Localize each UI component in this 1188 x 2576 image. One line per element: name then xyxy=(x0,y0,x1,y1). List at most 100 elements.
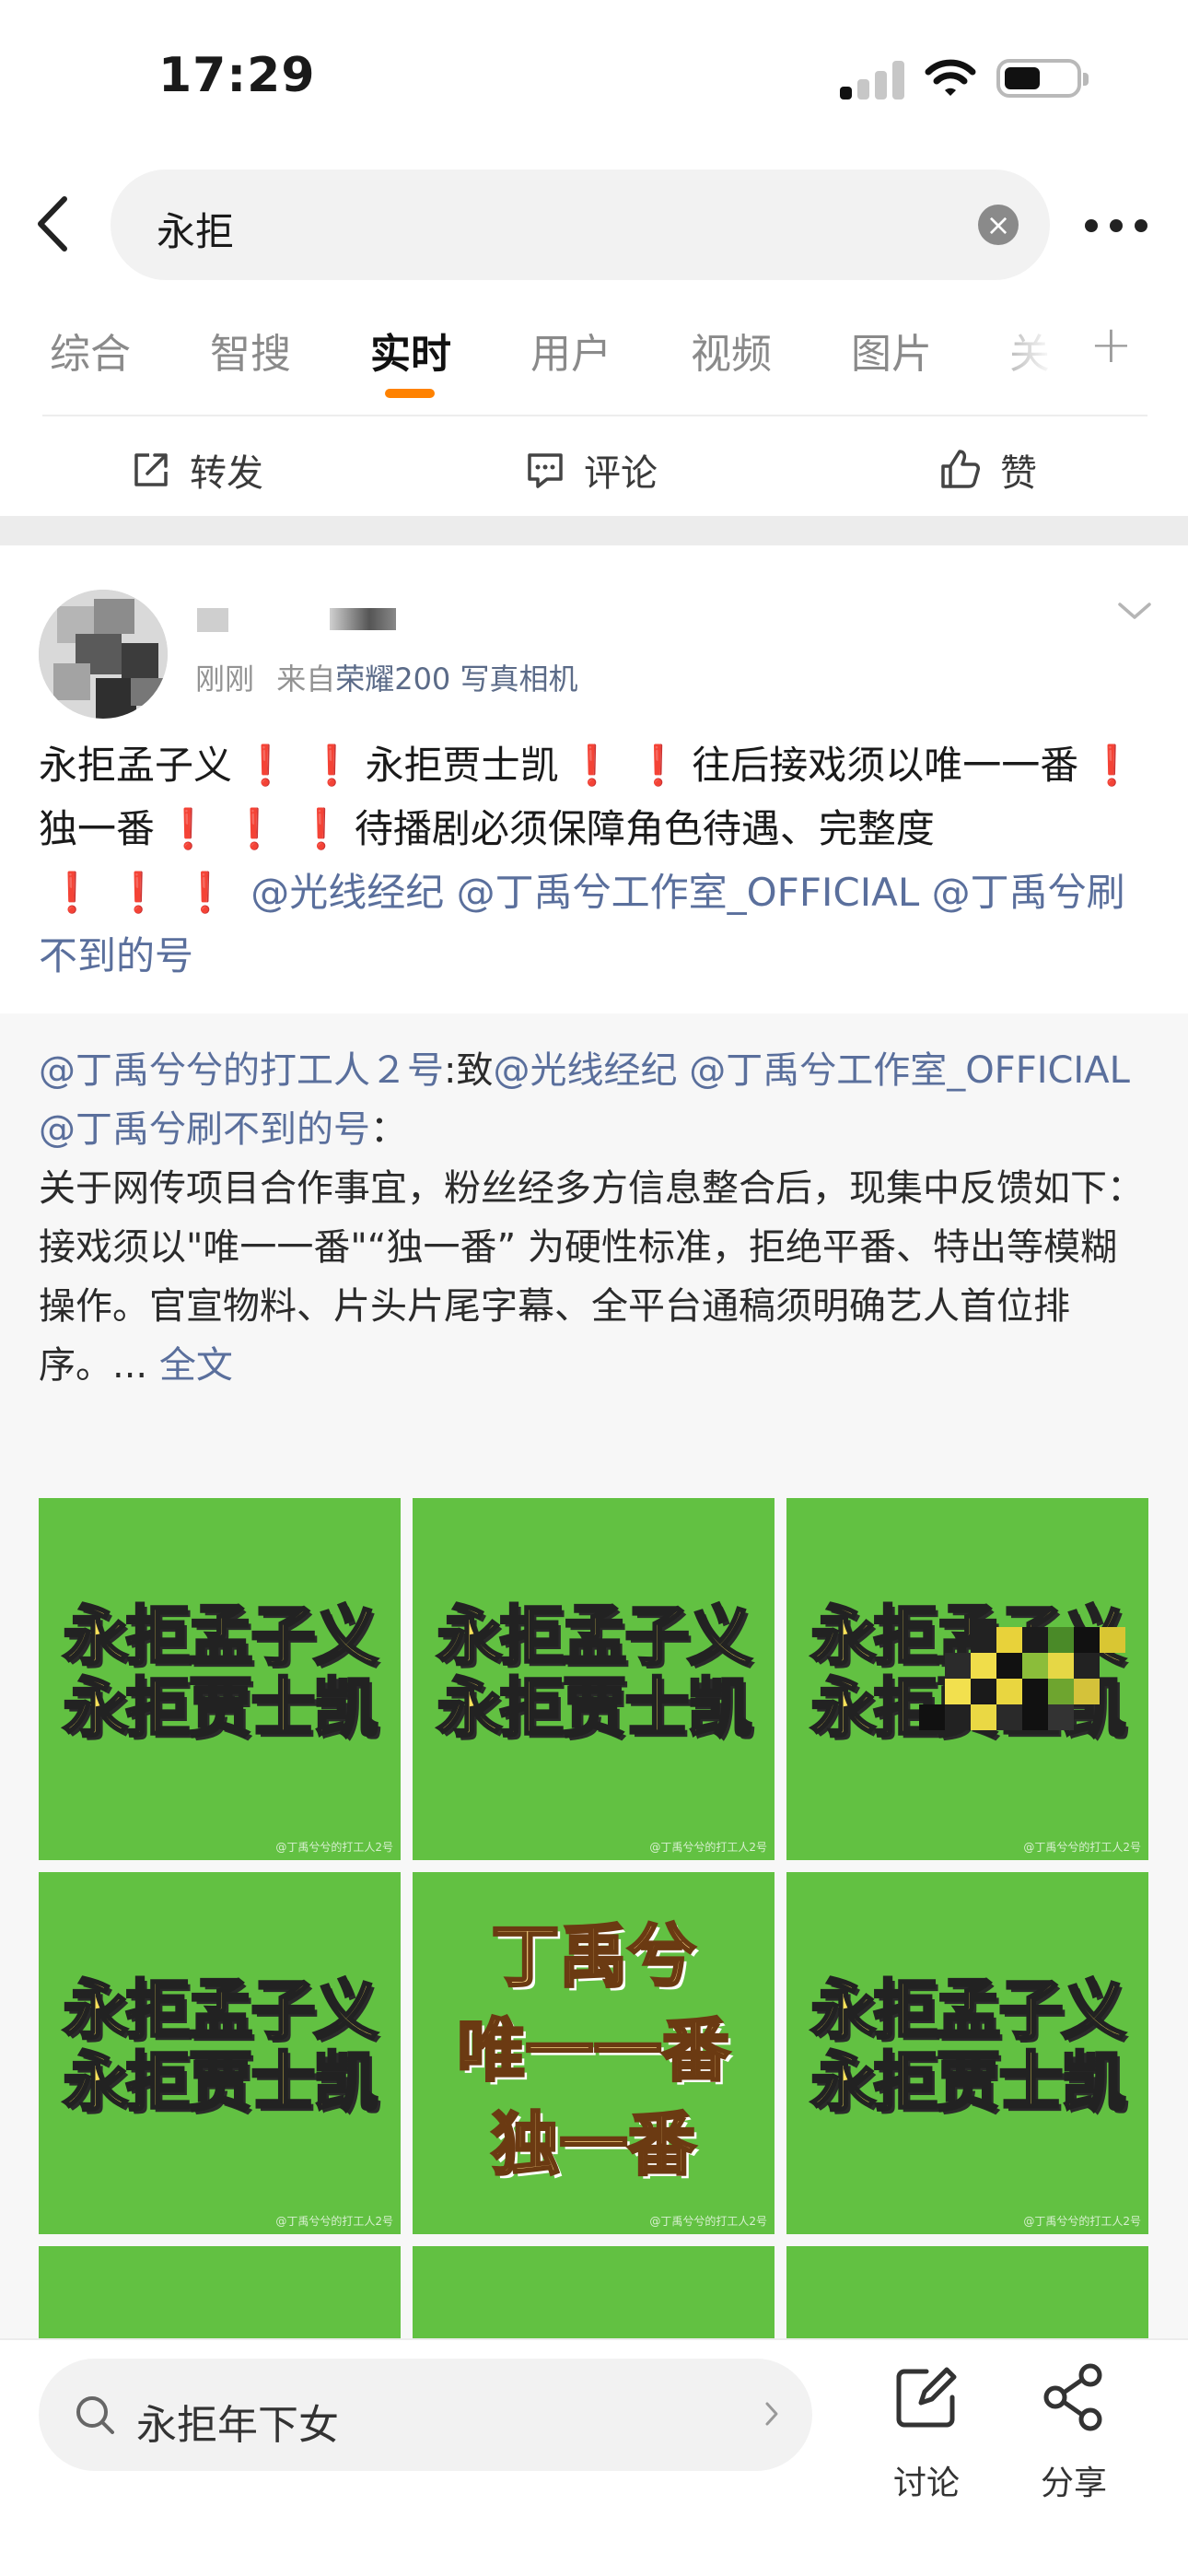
image-caption-line3: 独一番 xyxy=(490,2104,697,2186)
edit-icon xyxy=(896,2367,957,2428)
exclamation-icon: ❗ xyxy=(164,806,213,851)
image-watermark: @丁禹兮兮的打工人2号 xyxy=(275,2215,393,2228)
post-text-part: 待播剧必须保障角色待遇、完整度 xyxy=(354,806,935,851)
exclamation-icon: ❗ xyxy=(241,743,290,788)
image-caption-line2: 永拒贾士凯 xyxy=(62,2044,379,2121)
search-header: 永拒 × xyxy=(0,166,1188,286)
tab-smart-search[interactable]: 智搜 xyxy=(210,321,291,380)
comment-button[interactable]: 评论 xyxy=(525,440,658,499)
add-tab-button[interactable]: + xyxy=(1089,315,1133,375)
image-caption-line1: 永拒孟子义 xyxy=(62,1598,379,1675)
blurred-username[interactable] xyxy=(197,608,228,632)
post-text-part: 永拒孟子义 xyxy=(39,743,233,788)
wifi-icon xyxy=(925,59,976,96)
thumbs-up-icon xyxy=(941,450,980,488)
search-icon xyxy=(76,2396,114,2434)
post-image-5[interactable]: 丁禹兮 唯一一番 独一番 @丁禹兮兮的打工人2号 xyxy=(413,1872,775,2234)
share-label: 分享 xyxy=(1040,2465,1107,2502)
divider xyxy=(42,415,1147,416)
post-image-8[interactable] xyxy=(413,2246,775,2340)
post-menu-chevron[interactable] xyxy=(1114,597,1155,625)
post-image-3[interactable]: 永拒孟子义 永拒贾士凯 @丁禹兮兮的打工人2号 xyxy=(786,1498,1148,1860)
full-text-link[interactable]: 全文 xyxy=(159,1344,233,1387)
search-query-text: 永拒 xyxy=(157,209,235,254)
like-button[interactable]: 赞 xyxy=(938,440,1037,499)
search-tabs: 综合 智搜 实时 用户 视频 图片 关 + xyxy=(0,304,1188,405)
image-caption-line2: 唯一一番 xyxy=(456,2010,731,2092)
repost-author-link[interactable]: @丁禹兮兮的打工人２号 xyxy=(39,1049,444,1092)
share-icon xyxy=(1043,2363,1102,2431)
post-text-part: 永拒贾士凯 xyxy=(365,743,559,788)
more-options-button[interactable] xyxy=(1085,212,1149,240)
image-caption-line2: 永拒贾士凯 xyxy=(436,1670,753,1747)
exclamation-icon: ❗ xyxy=(181,870,229,915)
post-image-1[interactable]: 永拒孟子义 永拒贾士凯 @丁禹兮兮的打工人2号 xyxy=(39,1498,401,1860)
tab-realtime[interactable]: 实时 xyxy=(370,321,451,380)
image-caption-line1: 丁禹兮 xyxy=(490,1916,697,1998)
repost-body: @丁禹兮兮的打工人２号:致@光线经纪 @丁禹兮工作室_OFFICIAL @丁禹兮… xyxy=(39,1041,1153,1395)
tab-images[interactable]: 图片 xyxy=(851,321,932,380)
back-button[interactable] xyxy=(28,192,83,256)
exclamation-icon: ❗ xyxy=(1088,743,1136,788)
repost-paragraph: 关于网传项目合作事宜，粉丝经多方信息整合后，现集中反馈如下： xyxy=(39,1167,1144,1210)
comment-label: 评论 xyxy=(584,452,658,495)
post-image-6[interactable]: 永拒孟子义 永拒贾士凯 @丁禹兮兮的打工人2号 xyxy=(786,1872,1148,2234)
forward-label: 转发 xyxy=(190,452,263,495)
mention-link[interactable]: @光线经纪 xyxy=(250,870,444,915)
mention-link[interactable]: @光线经纪 xyxy=(493,1049,677,1092)
post-image-2[interactable]: 永拒孟子义 永拒贾士凯 @丁禹兮兮的打工人2号 xyxy=(413,1498,775,1860)
exclamation-icon: ❗ xyxy=(230,806,279,851)
exclamation-icon: ❗ xyxy=(297,806,345,851)
tab-videos[interactable]: 视频 xyxy=(691,321,772,380)
repost-to-label: :致 xyxy=(444,1049,494,1092)
image-caption-line1: 永拒孟子义 xyxy=(62,1973,379,2049)
tab-comprehensive[interactable]: 综合 xyxy=(50,321,131,380)
comment-icon xyxy=(528,453,563,488)
bottom-bar: 永拒年下女 讨论 分享 xyxy=(0,2338,1188,2576)
section-separator xyxy=(0,516,1188,545)
tab-users[interactable]: 用户 xyxy=(530,321,611,380)
post-image-9[interactable] xyxy=(786,2246,1148,2340)
related-search-bar[interactable]: 永拒年下女 xyxy=(39,2359,812,2471)
mention-link[interactable]: @丁禹兮工作室_OFFICIAL xyxy=(457,870,920,915)
forward-button[interactable]: 转发 xyxy=(131,440,263,499)
share-button[interactable]: 分享 xyxy=(1019,2349,1129,2502)
post-image-4[interactable]: 永拒孟子义 永拒贾士凯 @丁禹兮兮的打工人2号 xyxy=(39,1872,401,2234)
exclamation-icon: ❗ xyxy=(567,743,616,788)
post-body: 永拒孟子义 ❗ ❗ 永拒贾士凯 ❗ ❗ 往后接戏须以唯一一番 ❗独一番 ❗ ❗ ❗ 待播剧必须保障角色… xyxy=(39,733,1153,988)
related-search-query: 永拒年下女 xyxy=(136,2402,339,2449)
discuss-label: 讨论 xyxy=(892,2465,960,2502)
status-time: 17:29 xyxy=(158,48,316,103)
discuss-button[interactable]: 讨论 xyxy=(871,2349,982,2502)
image-watermark: @丁禹兮兮的打工人2号 xyxy=(275,1841,393,1854)
image-watermark: @丁禹兮兮的打工人2号 xyxy=(1023,1841,1141,1854)
mention-link[interactable]: @丁禹兮工作室_OFFICIAL xyxy=(689,1049,1130,1092)
cellular-signal-icon xyxy=(840,61,904,100)
exclamation-icon: ❗ xyxy=(48,870,97,915)
exclamation-icon: ❗ xyxy=(634,743,683,788)
image-caption-line1: 永拒孟子义 xyxy=(436,1598,753,1675)
image-caption-line2: 永拒贾士凯 xyxy=(809,2044,1127,2121)
blurred-username-2 xyxy=(330,608,396,630)
image-watermark: @丁禹兮兮的打工人2号 xyxy=(1023,2215,1141,2228)
image-watermark: @丁禹兮兮的打工人2号 xyxy=(649,1841,767,1854)
avatar[interactable] xyxy=(39,590,168,719)
post-image-7[interactable] xyxy=(39,2246,401,2340)
post-text-part: 独一番 xyxy=(39,806,156,851)
repost-card[interactable]: @丁禹兮兮的打工人２号:致@光线经纪 @丁禹兮工作室_OFFICIAL @丁禹兮… xyxy=(0,1013,1188,2340)
status-bar: 17:29 xyxy=(0,0,1188,157)
clear-search-button[interactable]: × xyxy=(978,205,1019,245)
chevron-right-icon xyxy=(765,2402,778,2426)
post-meta: 刚刚 来自荣耀200 写真相机 xyxy=(195,656,577,698)
repost-colon: ： xyxy=(370,1108,407,1151)
post-action-bar: 转发 评论 赞 xyxy=(0,424,1188,516)
tab-fade-overlay xyxy=(976,304,1087,396)
battery-icon xyxy=(996,59,1089,98)
like-label: 赞 xyxy=(1000,452,1037,495)
forward-icon xyxy=(134,453,168,486)
post-device[interactable]: 荣耀200 写真相机 xyxy=(335,662,577,697)
active-tab-indicator xyxy=(385,389,435,398)
exclamation-icon: ❗ xyxy=(114,870,163,915)
mention-link[interactable]: @丁禹兮刷不到的号 xyxy=(39,1108,370,1151)
search-input[interactable]: 永拒 × xyxy=(111,170,1050,280)
